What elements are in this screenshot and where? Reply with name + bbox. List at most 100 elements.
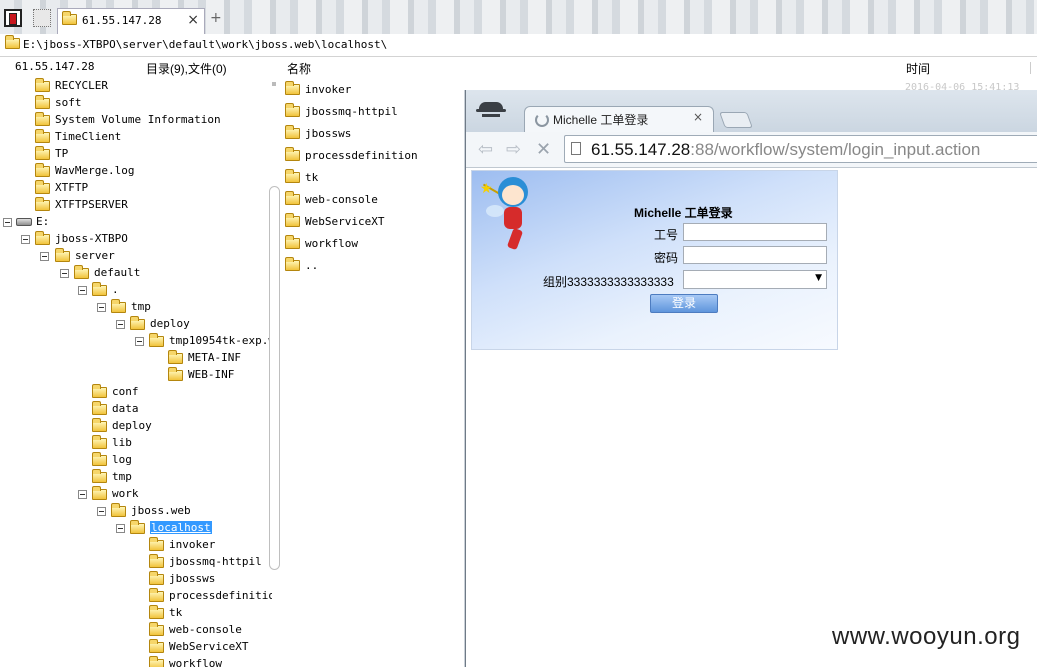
collapse-toggle[interactable] — [135, 337, 144, 346]
tree-item-label: WebServiceXT — [169, 640, 249, 653]
address-bar[interactable]: 61.55.147.28:88/workflow/system/login_in… — [564, 135, 1037, 163]
current-path[interactable]: E:\jboss-XTBPO\server\default\work\jboss… — [23, 38, 387, 51]
forward-arrow-icon[interactable]: ⇨ — [506, 139, 521, 160]
folder-icon — [5, 35, 20, 49]
tree-item-label: E: — [36, 215, 50, 228]
column-header: 61.55.147.28 目录(9),文件(0) 名称 时间 — [0, 57, 1037, 77]
collapse-toggle[interactable] — [60, 269, 69, 278]
new-tab-button[interactable] — [719, 112, 753, 128]
collapse-toggle[interactable] — [78, 490, 87, 499]
fairy-mascot-icon: ★ — [480, 175, 540, 253]
employee-id-input[interactable] — [683, 223, 827, 241]
list-item-label: jbossmq-httpil — [305, 105, 398, 118]
collapse-toggle[interactable] — [3, 218, 12, 227]
folder-icon — [92, 486, 107, 500]
back-arrow-icon[interactable]: ⇦ — [478, 139, 493, 160]
new-tab-icon[interactable]: + — [210, 10, 222, 26]
folder-icon — [149, 588, 164, 602]
tree-item-label: log — [112, 453, 132, 466]
tree-item-label: invoker — [169, 538, 216, 551]
folder-icon — [130, 316, 145, 330]
incognito-glasses — [482, 114, 500, 120]
tree-item-label: processdefinitio — [169, 589, 272, 602]
collapse-toggle[interactable] — [116, 524, 125, 533]
folder-tree: RECYCLER soft System Volume Information … — [0, 78, 272, 667]
collapse-toggle[interactable] — [78, 286, 87, 295]
password-input[interactable] — [683, 246, 827, 264]
close-icon[interactable]: × — [693, 110, 703, 124]
list-item-label: WebServiceXT — [305, 215, 385, 228]
folder-icon — [111, 299, 126, 313]
tree-item-label: jbossmq-httpil — [169, 555, 262, 568]
list-item-label: jbossws — [305, 127, 352, 140]
group-select[interactable]: ▼ — [683, 270, 827, 289]
mascot-legs — [506, 227, 524, 251]
browser-toolbar: ⇦ ⇨ ✕ 61.55.147.28:88/workflow/system/lo… — [466, 132, 1037, 168]
tree-item-label: data — [112, 402, 139, 415]
folder-icon — [149, 554, 164, 568]
loading-spinner-icon — [535, 113, 549, 127]
tree-item-label: XTFTPSERVER — [55, 198, 128, 211]
list-item-label: workflow — [305, 237, 358, 250]
collapse-toggle[interactable] — [21, 235, 30, 244]
folder-icon — [35, 95, 50, 109]
scroll-up-arrow-icon[interactable] — [272, 82, 276, 86]
list-item-label: web-console — [305, 193, 378, 206]
browser-tab-active[interactable]: Michelle 工单登录 × — [524, 106, 714, 133]
folder-icon — [35, 197, 50, 211]
explorer-tab-bar: 61.55.147.28 × + — [0, 0, 1037, 35]
folder-icon — [111, 503, 126, 517]
app-logo-icon[interactable] — [4, 9, 22, 27]
login-button[interactable]: 登录 — [650, 294, 718, 313]
collapse-toggle[interactable] — [97, 507, 106, 516]
tree-item-label: WavMerge.log — [55, 164, 135, 177]
tree-item-label: workflow — [169, 657, 222, 667]
incognito-icon — [476, 100, 506, 124]
column-name-header[interactable]: 名称 — [287, 60, 311, 77]
path-bar[interactable]: E:\jboss-XTBPO\server\default\work\jboss… — [0, 34, 1037, 57]
folder-icon — [149, 333, 164, 347]
folder-icon — [285, 81, 300, 95]
column-divider[interactable] — [1030, 62, 1031, 74]
tree-item-label: . — [112, 283, 119, 296]
page-icon — [571, 142, 581, 155]
tree-item-label: default — [94, 266, 141, 279]
tree-item-label: jboss-XTBPO — [55, 232, 128, 245]
collapse-toggle[interactable] — [40, 252, 49, 261]
folder-icon — [35, 129, 50, 143]
tree-item-label: WEB-INF — [188, 368, 235, 381]
folder-icon — [168, 350, 183, 364]
tree-item-label: deploy — [150, 317, 190, 330]
folder-icon — [35, 112, 50, 126]
folder-icon — [149, 537, 164, 551]
stop-icon[interactable]: ✕ — [536, 139, 551, 160]
column-time-header[interactable]: 时间 — [906, 60, 930, 77]
watermark: www.wooyun.org — [832, 623, 1021, 650]
tree-item-label: jboss.web — [131, 504, 191, 517]
tree-item-label: localhost — [150, 521, 212, 534]
tab-active-host[interactable]: 61.55.147.28 × — [57, 8, 205, 34]
tree-item-label: META-INF — [188, 351, 241, 364]
folder-icon — [92, 401, 107, 415]
folder-icon — [35, 180, 50, 194]
collapse-toggle[interactable] — [116, 320, 125, 329]
close-tab-icon[interactable]: × — [187, 12, 199, 28]
url-path: :88/workflow/system/login_input.action — [690, 140, 981, 159]
group-label: 组别3333333333333333 — [543, 275, 674, 289]
blank-tab-icon[interactable] — [33, 9, 51, 27]
folder-icon — [285, 191, 300, 205]
tree-item-label: RECYCLER — [55, 79, 108, 92]
url-text[interactable]: 61.55.147.28:88/workflow/system/login_in… — [591, 140, 980, 160]
folder-icon — [149, 605, 164, 619]
folder-icon — [285, 169, 300, 183]
folder-icon — [149, 656, 164, 667]
folder-open-icon — [130, 520, 145, 534]
file-list: invoker jbossmq-httpil jbossws processde… — [285, 78, 470, 378]
folder-icon — [35, 163, 50, 177]
tree-scrollbar-thumb[interactable] — [269, 186, 280, 570]
folder-icon — [285, 125, 300, 139]
collapse-toggle[interactable] — [97, 303, 106, 312]
folder-icon — [92, 452, 107, 466]
folder-icon — [35, 78, 50, 92]
tab-title: 61.55.147.28 — [82, 14, 162, 27]
